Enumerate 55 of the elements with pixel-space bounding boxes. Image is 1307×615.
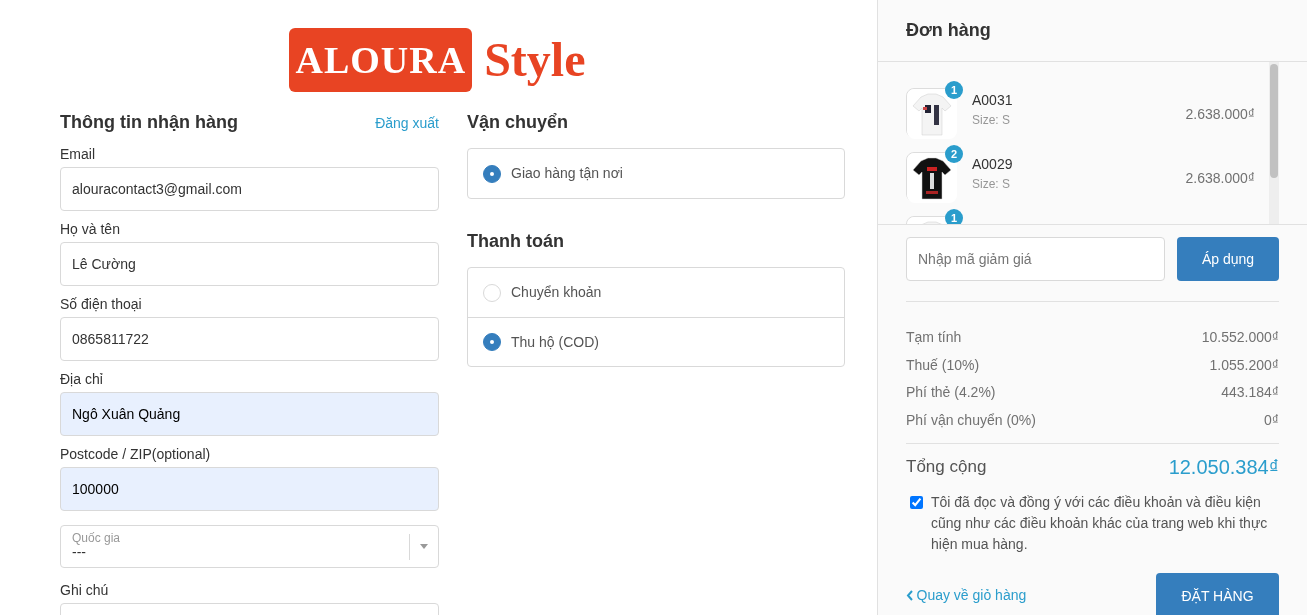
option-label: Thu hộ (COD) bbox=[511, 332, 599, 352]
product-price: 2.638.000₫ bbox=[1185, 105, 1255, 124]
scrollbar[interactable] bbox=[1269, 62, 1279, 224]
field-label: Ghi chú bbox=[60, 581, 109, 600]
product-variant: Size: S bbox=[972, 176, 1011, 193]
field-label: Số điện thoại bbox=[60, 295, 142, 314]
summary-label: Phí thẻ (4.2%) bbox=[906, 383, 996, 403]
chevron-left-icon bbox=[906, 589, 913, 601]
apply-button[interactable]: Áp dụng bbox=[1177, 237, 1279, 281]
radio-button[interactable] bbox=[483, 164, 501, 183]
input-field[interactable]: alouracontact3@gmail.com bbox=[60, 167, 439, 211]
field-label: Quốc gia bbox=[72, 532, 122, 546]
radio-option[interactable]: Chuyển khoản bbox=[468, 268, 844, 317]
terms-text: Tôi đã đọc và đồng ý với các điều khoản và điều kiện cũng như các điều khoản khác của trang web khi thực hiện mua hàng. bbox=[931, 493, 1269, 554]
summary-value: 1.055.200₫ bbox=[1209, 355, 1279, 375]
summary-value: 10.552.000₫ bbox=[1201, 328, 1279, 348]
input-field[interactable]: 100000 bbox=[60, 467, 439, 511]
total-label: Tổng cộng bbox=[906, 456, 987, 479]
input-field[interactable]: 0865811722 bbox=[60, 317, 439, 361]
field-label: Địa chỉ bbox=[60, 370, 103, 389]
product-price: 2.638.000₫ bbox=[1185, 169, 1255, 188]
section-title: Vận chuyển bbox=[467, 112, 569, 134]
input-field[interactable]: Ngô Xuân Quảng bbox=[60, 392, 439, 436]
summary-label: Thuế (10%) bbox=[906, 355, 980, 375]
product-name: A0031 bbox=[972, 91, 1014, 110]
radio-option[interactable]: Giao hàng tận nơi bbox=[468, 149, 844, 198]
product-name: A0029 bbox=[972, 155, 1014, 174]
product-variant: Size: S bbox=[972, 112, 1011, 129]
logo-text: Style bbox=[484, 32, 586, 88]
option-label: Chuyển khoản bbox=[511, 283, 602, 302]
select-value: --- bbox=[72, 545, 86, 561]
field-label: Postcode / ZIP(optional) bbox=[60, 445, 211, 464]
quantity-badge: 1 bbox=[945, 81, 963, 99]
field-label: Họ và tên bbox=[60, 220, 120, 239]
input-field[interactable]: Lê Cường bbox=[60, 242, 439, 286]
radio-button[interactable] bbox=[483, 333, 501, 351]
summary-label: Tạm tính bbox=[906, 328, 962, 348]
quantity-badge: 2 bbox=[945, 145, 963, 163]
section-title: Thông tin nhận hàng bbox=[60, 112, 238, 134]
summary-value: 0₫ bbox=[1264, 410, 1279, 430]
section-title: Thanh toán bbox=[467, 231, 564, 253]
discount-code-field[interactable]: Nhập mã giảm giá bbox=[906, 237, 1165, 281]
field-label: Email bbox=[60, 145, 95, 164]
total-value: 12.050.384₫ bbox=[1168, 455, 1279, 480]
logo-badge: ALOURA bbox=[289, 28, 473, 92]
caret-icon bbox=[420, 544, 428, 549]
radio-option[interactable]: Thu hộ (COD) bbox=[468, 317, 844, 366]
quantity-badge: 1 bbox=[945, 209, 963, 224]
option-label: Giao hàng tận nơi bbox=[511, 164, 623, 183]
summary-label: Phí vận chuyển (0%) bbox=[906, 410, 1036, 430]
place-order-button[interactable]: ĐẶT HÀNG bbox=[1156, 573, 1279, 615]
panel-title: Đơn hàng bbox=[906, 19, 991, 42]
country-select[interactable]: Quốc gia --- bbox=[60, 525, 439, 568]
summary-value: 443.184₫ bbox=[1221, 383, 1279, 403]
terms-checkbox[interactable] bbox=[910, 496, 923, 509]
